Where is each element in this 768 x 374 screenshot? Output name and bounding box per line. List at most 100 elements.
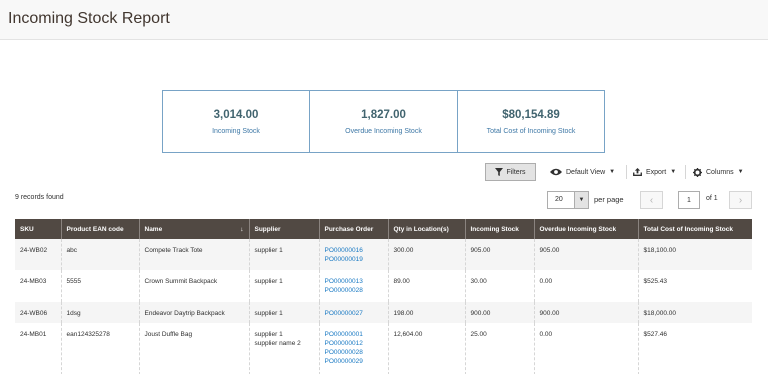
cell-cost: $527.46 <box>638 323 752 374</box>
stat-total-cost: $80,154.89 Total Cost of Incoming Stock <box>457 90 605 153</box>
cell-ean: abc <box>61 239 140 270</box>
column-header-name[interactable]: Name ↓ <box>139 219 250 239</box>
column-header-incoming-stock[interactable]: Incoming Stock <box>465 219 535 239</box>
cell-purchase-order: PO00000016 PO00000019 <box>319 239 389 270</box>
column-header-name-label: Name <box>144 225 163 233</box>
cell-sku: 24-MB01 <box>15 323 62 374</box>
cell-cost: $18,000.00 <box>638 302 752 323</box>
cell-incoming: 25.00 <box>465 323 535 374</box>
cell-name: Crown Summit Backpack <box>139 270 250 302</box>
column-header-purchase-order[interactable]: Purchase Order <box>319 219 389 239</box>
supplier-name: supplier name 2 <box>254 340 301 347</box>
column-header-total-cost[interactable]: Total Cost of Incoming Stock <box>638 219 752 239</box>
cell-purchase-order: PO00000027 <box>319 302 389 323</box>
cell-qty: 198.00 <box>388 302 466 323</box>
chevron-down-icon: ▼ <box>670 169 677 175</box>
cell-overdue: 0.00 <box>534 323 639 374</box>
table-row: 24-MB03 5555 Crown Summit Backpack suppl… <box>15 270 752 302</box>
cell-incoming: 900.00 <box>465 302 535 323</box>
page-title: Incoming Stock Report <box>8 10 170 27</box>
cell-supplier: supplier 1 <box>249 302 320 323</box>
table-row: 24-MB01 ean124325278 Joust Duffle Bag su… <box>15 323 752 374</box>
per-page-select[interactable]: 20 ▼ <box>547 191 589 209</box>
cell-name: Compete Track Tote <box>139 239 250 270</box>
stat-incoming-stock: 3,014.00 Incoming Stock <box>162 90 310 153</box>
purchase-order-link[interactable]: PO00000013 <box>325 277 383 286</box>
purchase-order-link[interactable]: PO00000012 <box>325 339 383 348</box>
chevron-left-icon: ‹ <box>649 194 654 206</box>
purchase-order-link[interactable]: PO00000029 <box>325 357 383 366</box>
cell-supplier: supplier 1 <box>249 270 320 302</box>
stat-label: Incoming Stock <box>212 128 260 135</box>
filters-button[interactable]: Filters <box>485 163 536 181</box>
default-view-dropdown[interactable]: Default View ▼ <box>550 163 615 181</box>
column-header-supplier[interactable]: Supplier <box>249 219 320 239</box>
export-label: Export <box>646 168 667 176</box>
stat-overdue-incoming-stock: 1,827.00 Overdue Incoming Stock <box>309 90 458 153</box>
table-row: 24-WB06 1dsg Endeavor Daytrip Backpack s… <box>15 302 752 323</box>
column-header-qty-in-location[interactable]: Qty in Location(s) <box>388 219 466 239</box>
toolbar-divider <box>685 165 686 179</box>
cell-sku: 24-WB06 <box>15 302 62 323</box>
cell-supplier: supplier 1 <box>249 239 320 270</box>
cell-name: Endeavor Daytrip Backpack <box>139 302 250 323</box>
filters-label: Filters <box>506 168 526 176</box>
column-header-sku[interactable]: SKU <box>15 219 62 239</box>
filter-icon <box>495 168 504 176</box>
purchase-order-link[interactable]: PO00000016 <box>325 246 383 255</box>
purchase-order-link[interactable]: PO00000028 <box>325 348 383 357</box>
cell-cost: $525.43 <box>638 270 752 302</box>
purchase-order-link[interactable]: PO00000019 <box>325 255 383 264</box>
stat-label: Total Cost of Incoming Stock <box>486 128 576 135</box>
chevron-down-icon: ▼ <box>737 169 744 175</box>
cell-ean: ean124325278 <box>61 323 140 374</box>
default-view-label: Default View <box>566 168 606 176</box>
purchase-order-link[interactable]: PO00000027 <box>325 309 383 318</box>
stat-value: $80,154.89 <box>502 109 560 121</box>
gear-icon <box>693 167 702 177</box>
page-header: Incoming Stock Report <box>0 0 768 40</box>
stat-value: 3,014.00 <box>213 109 259 121</box>
cell-qty: 300.00 <box>388 239 466 270</box>
purchase-order-link[interactable]: PO00000028 <box>325 286 383 295</box>
toolbar-divider <box>626 165 627 179</box>
cell-overdue: 0.00 <box>534 270 639 302</box>
incoming-stock-table: SKU Product EAN code Name ↓ Supplier Purc… <box>15 219 752 374</box>
table-header-row: SKU Product EAN code Name ↓ Supplier Purc… <box>15 219 752 239</box>
cell-overdue: 905.00 <box>534 239 639 270</box>
cell-ean: 1dsg <box>61 302 140 323</box>
stat-value: 1,827.00 <box>361 109 406 121</box>
supplier-name: supplier 1 <box>254 247 283 254</box>
export-dropdown[interactable]: Export ▼ <box>633 163 676 181</box>
per-page-label: per page <box>594 195 624 204</box>
supplier-name: supplier 1 <box>254 310 283 317</box>
column-header-ean[interactable]: Product EAN code <box>61 219 140 239</box>
cell-cost: $18,100.00 <box>638 239 752 270</box>
next-page-button[interactable]: › <box>729 191 752 209</box>
chevron-down-icon[interactable]: ▼ <box>574 192 588 208</box>
stat-label: Overdue Incoming Stock <box>345 128 422 135</box>
cell-qty: 12,604.00 <box>388 323 466 374</box>
cell-ean: 5555 <box>61 270 140 302</box>
cell-sku: 24-WB02 <box>15 239 62 270</box>
supplier-name: supplier 1 <box>254 278 283 285</box>
cell-overdue: 900.00 <box>534 302 639 323</box>
purchase-order-link[interactable]: PO00000001 <box>325 330 383 339</box>
chevron-down-icon: ▼ <box>609 169 616 175</box>
table-row: 24-WB02 abc Compete Track Tote supplier … <box>15 239 752 270</box>
columns-label: Columns <box>706 168 734 176</box>
export-icon <box>633 168 642 176</box>
page-number-input[interactable]: 1 <box>678 191 700 209</box>
columns-dropdown[interactable]: Columns ▼ <box>693 163 744 181</box>
column-header-overdue-incoming-stock[interactable]: Overdue Incoming Stock <box>534 219 639 239</box>
cell-purchase-order: PO00000001 PO00000012 PO00000028 PO00000029 <box>319 323 389 374</box>
cell-sku: 24-MB03 <box>15 270 62 302</box>
records-found: 9 records found <box>15 194 64 201</box>
cell-supplier: supplier 1 supplier name 2 <box>249 323 320 374</box>
per-page-value: 20 <box>555 196 563 203</box>
sort-arrow-icon: ↓ <box>240 225 244 233</box>
chevron-right-icon: › <box>738 194 743 206</box>
previous-page-button[interactable]: ‹ <box>640 191 663 209</box>
cell-incoming: 905.00 <box>465 239 535 270</box>
eye-icon <box>550 168 562 176</box>
